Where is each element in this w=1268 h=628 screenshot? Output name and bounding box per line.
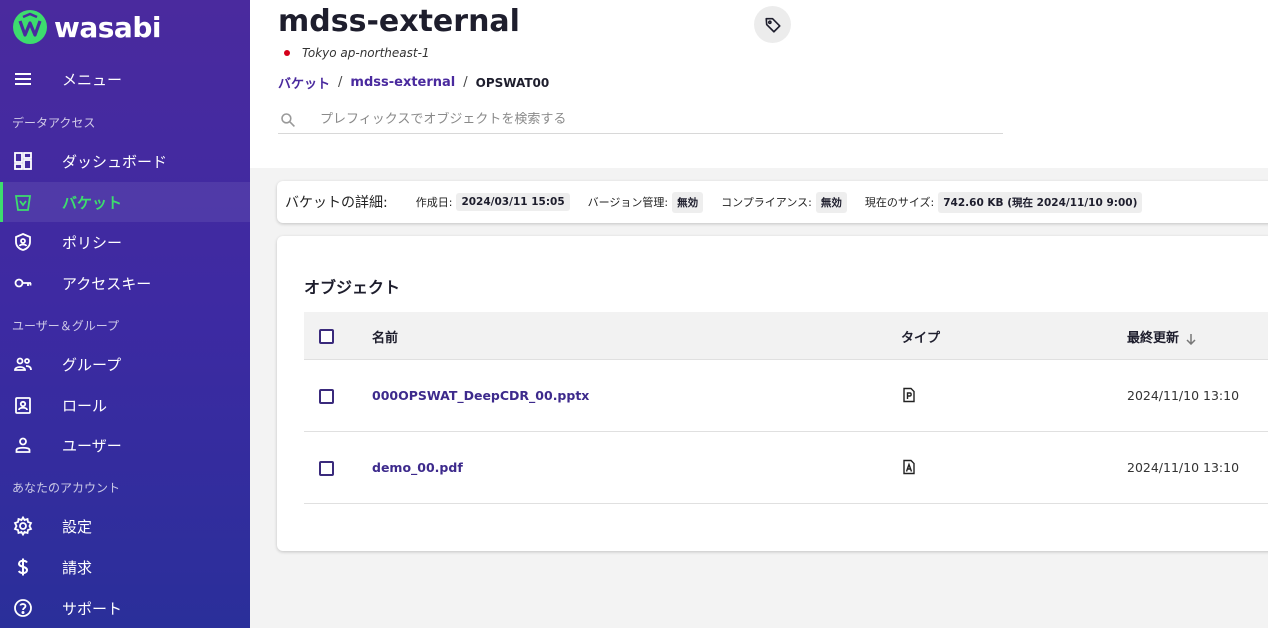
tag-icon — [764, 17, 781, 33]
breadcrumb-root[interactable]: バケット — [278, 73, 330, 92]
column-type[interactable]: タイプ — [901, 327, 940, 346]
object-name-link[interactable]: 000OPSWAT_DeepCDR_00.pptx — [372, 388, 589, 403]
tag-button[interactable] — [754, 6, 791, 43]
sidebar-item-dashboard[interactable]: ダッシュボード — [0, 141, 250, 181]
bucket-icon — [12, 191, 34, 213]
column-modified-label: 最終更新 — [1127, 331, 1180, 346]
sidebar-item-support[interactable]: サポート — [0, 588, 250, 628]
sidebar-item-roles[interactable]: ロール — [0, 385, 250, 425]
role-badge-icon — [12, 394, 34, 416]
sidebar-item-label: アクセスキー — [62, 274, 152, 293]
objects-title: オブジェクト — [304, 278, 401, 297]
powerpoint-file-icon — [903, 387, 915, 403]
bucket-details-bar: バケットの詳細: 作成日: 2024/03/11 15:05 バージョン管理: … — [277, 181, 1268, 223]
wasabi-logo-icon — [13, 10, 47, 44]
search-input[interactable] — [320, 112, 920, 127]
region-indicator: Tokyo ap-northeast-1 — [284, 46, 430, 60]
help-icon — [12, 597, 34, 619]
versioning-label: バージョン管理: — [587, 196, 669, 209]
section-users-groups: ユーザー＆グループ — [12, 319, 120, 333]
table-row[interactable]: demo_00.pdf 2024/11/10 13:10 — [304, 432, 1268, 504]
key-icon — [12, 272, 34, 294]
table-header: 名前 タイプ 最終更新 — [304, 312, 1268, 360]
section-data-access: データアクセス — [12, 116, 96, 130]
breadcrumb-bucket[interactable]: mdss-external — [350, 75, 455, 90]
row-checkbox[interactable] — [319, 389, 334, 404]
sidebar-item-label: グループ — [62, 355, 122, 374]
policy-shield-icon — [12, 231, 34, 253]
search-bar — [278, 106, 1003, 134]
sidebar-item-label: ポリシー — [62, 233, 123, 252]
page-header: mdss-external Tokyo ap-northeast-1 バケット … — [250, 0, 1268, 168]
brand-name: wasabi — [54, 10, 161, 44]
sidebar-item-policy[interactable]: ポリシー — [0, 222, 250, 262]
compliance-label: コンプライアンス: — [721, 196, 812, 209]
region-label: Tokyo ap-northeast-1 — [302, 46, 430, 60]
sidebar-item-label: 請求 — [62, 558, 93, 577]
size-label: 現在のサイズ: — [864, 196, 935, 209]
versioning-value: 無効 — [672, 191, 704, 213]
table-row[interactable]: 000OPSWAT_DeepCDR_00.pptx 2024/11/10 13:… — [304, 360, 1268, 432]
size-value: 742.60 KB (現在 2024/11/10 9:00) — [938, 191, 1143, 213]
breadcrumb-separator: / — [463, 75, 468, 90]
sidebar: wasabi メニュー データアクセス ダッシュボード バケット ポリシー アク… — [0, 0, 250, 628]
created-label: 作成日: — [415, 196, 453, 209]
japan-flag-icon — [284, 50, 290, 56]
sidebar-item-groups[interactable]: グループ — [0, 344, 250, 384]
breadcrumb-separator: / — [338, 75, 343, 90]
dashboard-icon — [12, 150, 34, 172]
select-all-checkbox[interactable] — [319, 329, 334, 344]
created-value: 2024/03/11 15:05 — [456, 193, 570, 211]
sidebar-item-label: バケット — [62, 193, 123, 212]
breadcrumb: バケット / mdss-external / OPSWAT00 — [278, 73, 549, 92]
compliance-value: 無効 — [815, 191, 847, 213]
breadcrumb-current: OPSWAT00 — [475, 75, 550, 90]
menu-label: メニュー — [62, 70, 123, 89]
page-title: mdss-external — [278, 4, 520, 39]
object-modified: 2024/11/10 13:10 — [1127, 460, 1240, 475]
sort-descending-icon — [1186, 333, 1196, 345]
sidebar-item-label: ユーザー — [62, 436, 122, 455]
sidebar-item-label: ロール — [62, 396, 108, 415]
menu-toggle[interactable]: メニュー — [0, 59, 250, 99]
gear-icon — [12, 515, 34, 537]
sidebar-item-label: サポート — [62, 599, 123, 618]
object-name-link[interactable]: demo_00.pdf — [372, 460, 463, 475]
column-modified[interactable]: 最終更新 — [1127, 327, 1197, 346]
section-your-account: あなたのアカウント — [12, 481, 121, 495]
wasabi-logo[interactable]: wasabi — [12, 8, 161, 46]
group-icon — [12, 353, 34, 375]
sidebar-item-bucket[interactable]: バケット — [0, 182, 250, 222]
dollar-icon — [12, 556, 34, 578]
sidebar-item-label: 設定 — [62, 517, 93, 536]
row-checkbox[interactable] — [319, 461, 334, 476]
sidebar-item-label: ダッシュボード — [62, 152, 168, 171]
pdf-file-icon — [903, 459, 915, 475]
object-modified: 2024/11/10 13:10 — [1127, 388, 1240, 403]
sidebar-item-users[interactable]: ユーザー — [0, 425, 250, 465]
sidebar-item-settings[interactable]: 設定 — [0, 506, 250, 546]
user-icon — [12, 434, 34, 456]
sidebar-item-access-keys[interactable]: アクセスキー — [0, 263, 250, 303]
search-icon — [281, 112, 295, 127]
objects-card: オブジェクト 名前 タイプ 最終更新 000OPSWAT_DeepCDR_00.… — [277, 236, 1268, 551]
column-name[interactable]: 名前 — [372, 327, 398, 346]
details-title: バケットの詳細: — [285, 195, 388, 211]
sidebar-item-billing[interactable]: 請求 — [0, 547, 250, 587]
hamburger-icon — [12, 68, 34, 90]
